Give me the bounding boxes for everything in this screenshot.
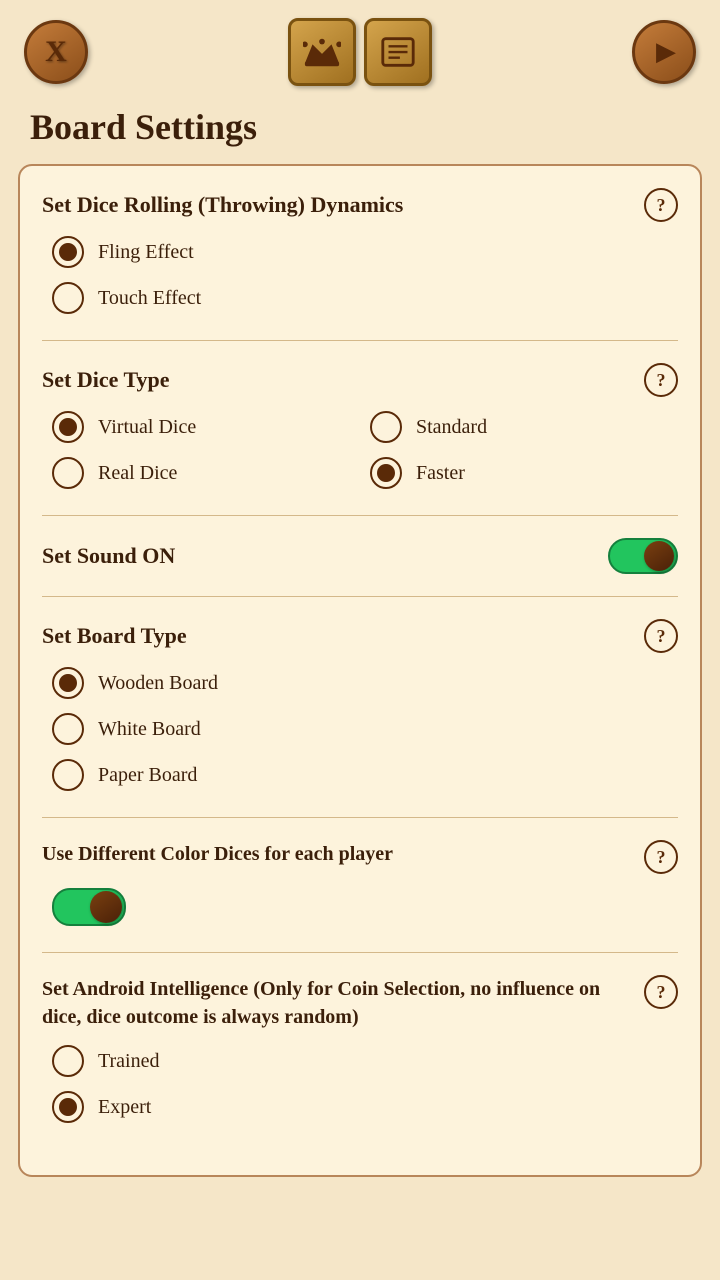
divider-5 — [42, 952, 678, 953]
sound-toggle[interactable] — [608, 538, 678, 574]
touch-effect-label: Touch Effect — [98, 287, 201, 310]
color-dices-toggle-knob — [90, 891, 122, 923]
close-button[interactable]: X — [24, 20, 88, 84]
top-center-buttons — [288, 18, 432, 86]
trained-radio[interactable] — [52, 1045, 84, 1077]
color-dices-title: Use Different Color Dices for each playe… — [42, 840, 644, 868]
divider-2 — [42, 515, 678, 516]
dice-rolling-header: Set Dice Rolling (Throwing) Dynamics ? — [42, 188, 678, 222]
paper-board-radio[interactable] — [52, 759, 84, 791]
expert-label: Expert — [98, 1096, 151, 1119]
color-dices-toggle[interactable] — [52, 888, 126, 926]
page-title: Board Settings — [0, 96, 720, 164]
sound-title: Set Sound ON — [42, 543, 175, 569]
real-dice-radio[interactable] — [52, 457, 84, 489]
board-type-title: Set Board Type — [42, 623, 187, 649]
trained-option[interactable]: Trained — [52, 1045, 678, 1077]
fling-effect-radio[interactable] — [52, 236, 84, 268]
dice-type-header: Set Dice Type ? — [42, 363, 678, 397]
fling-effect-label: Fling Effect — [98, 241, 194, 264]
color-dices-toggle-row — [42, 888, 678, 926]
wooden-board-label: Wooden Board — [98, 672, 218, 695]
dice-rolling-options: Fling Effect Touch Effect — [42, 236, 678, 314]
board-type-help-button[interactable]: ? — [644, 619, 678, 653]
paper-board-label: Paper Board — [98, 764, 197, 787]
faster-radio[interactable] — [370, 457, 402, 489]
board-type-header: Set Board Type ? — [42, 619, 678, 653]
sound-toggle-knob — [644, 541, 674, 571]
dice-type-title: Set Dice Type — [42, 367, 170, 393]
expert-radio[interactable] — [52, 1091, 84, 1123]
board-type-section: Set Board Type ? Wooden Board White Boar… — [42, 619, 678, 791]
faster-option[interactable]: Faster — [370, 457, 678, 489]
standard-dice-option[interactable]: Standard — [370, 411, 678, 443]
play-button[interactable]: ▶ — [632, 20, 696, 84]
white-board-option[interactable]: White Board — [52, 713, 678, 745]
top-bar: X ▶ — [0, 0, 720, 96]
dice-type-options: Virtual Dice Standard Real Dice Faster — [42, 411, 678, 489]
divider-4 — [42, 817, 678, 818]
dice-rolling-section: Set Dice Rolling (Throwing) Dynamics ? F… — [42, 188, 678, 314]
standard-dice-radio[interactable] — [370, 411, 402, 443]
android-intelligence-help-button[interactable]: ? — [644, 975, 678, 1009]
crown-button[interactable] — [288, 18, 356, 86]
crown-icon — [303, 33, 341, 71]
virtual-dice-label: Virtual Dice — [98, 416, 196, 439]
wooden-board-option[interactable]: Wooden Board — [52, 667, 678, 699]
trained-label: Trained — [98, 1050, 159, 1073]
standard-dice-label: Standard — [416, 416, 487, 439]
real-dice-option[interactable]: Real Dice — [52, 457, 360, 489]
play-icon: ▶ — [656, 37, 676, 67]
divider-1 — [42, 340, 678, 341]
color-dices-help-button[interactable]: ? — [644, 840, 678, 874]
paper-board-option[interactable]: Paper Board — [52, 759, 678, 791]
android-intelligence-section: Set Android Intelligence (Only for Coin … — [42, 975, 678, 1123]
white-board-label: White Board — [98, 718, 201, 741]
virtual-dice-option[interactable]: Virtual Dice — [52, 411, 360, 443]
dice-rolling-help-button[interactable]: ? — [644, 188, 678, 222]
board-type-options: Wooden Board White Board Paper Board — [42, 667, 678, 791]
dice-type-help-button[interactable]: ? — [644, 363, 678, 397]
virtual-dice-radio[interactable] — [52, 411, 84, 443]
score-button[interactable] — [364, 18, 432, 86]
real-dice-label: Real Dice — [98, 462, 177, 485]
color-dices-section: Use Different Color Dices for each playe… — [42, 840, 678, 926]
android-intelligence-options: Trained Expert — [42, 1045, 678, 1123]
fling-effect-option[interactable]: Fling Effect — [52, 236, 678, 268]
faster-label: Faster — [416, 462, 465, 485]
android-intelligence-title: Set Android Intelligence (Only for Coin … — [42, 975, 644, 1031]
divider-3 — [42, 596, 678, 597]
close-icon: X — [45, 35, 67, 69]
touch-effect-option[interactable]: Touch Effect — [52, 282, 678, 314]
score-icon — [379, 33, 417, 71]
wooden-board-radio[interactable] — [52, 667, 84, 699]
sound-section: Set Sound ON — [42, 538, 678, 574]
white-board-radio[interactable] — [52, 713, 84, 745]
settings-card: Set Dice Rolling (Throwing) Dynamics ? F… — [18, 164, 702, 1177]
android-intelligence-header: Set Android Intelligence (Only for Coin … — [42, 975, 678, 1031]
touch-effect-radio[interactable] — [52, 282, 84, 314]
expert-option[interactable]: Expert — [52, 1091, 678, 1123]
color-dices-header: Use Different Color Dices for each playe… — [42, 840, 678, 874]
dice-rolling-title: Set Dice Rolling (Throwing) Dynamics — [42, 192, 403, 218]
dice-type-section: Set Dice Type ? Virtual Dice Standard Re… — [42, 363, 678, 489]
